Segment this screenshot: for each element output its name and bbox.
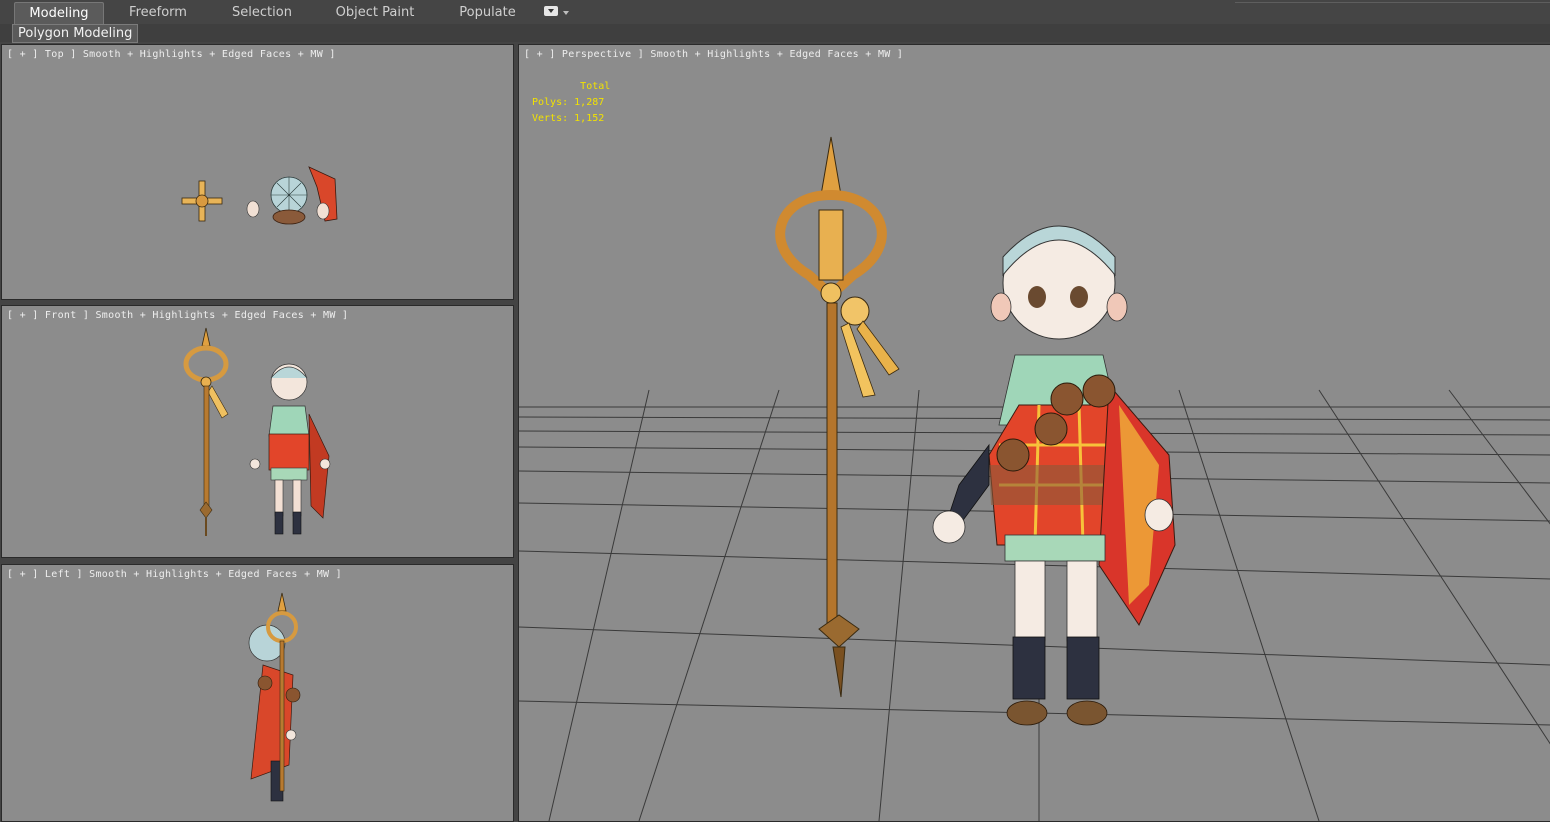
ribbon-tab-bar: Modeling Freeform Selection Object Paint… [0,0,1550,25]
ribbon-panel: Polygon Modeling [0,24,1550,43]
tab-modeling[interactable]: Modeling [14,2,104,25]
perspective-scene [519,136,1550,821]
top-view-models [181,166,338,225]
staff-front-model [183,327,229,536]
staff-top-model [181,180,223,222]
left-view-models [248,592,301,802]
tab-freeform[interactable]: Freeform [118,2,198,24]
viewport-top[interactable]: [ + ] Top ] Smooth + Highlights + Edged … [1,44,514,300]
tab-selection[interactable]: Selection [222,2,302,24]
viewport-front[interactable]: [ + ] Front ] Smooth + Highlights + Edge… [1,305,514,558]
character-front-model [249,363,331,535]
ribbon-divider [1235,2,1550,3]
viewport-perspective[interactable]: [ + ] Perspective ] Smooth + Highlights … [518,44,1550,822]
polygon-modeling-button[interactable]: Polygon Modeling [12,24,139,43]
tab-populate[interactable]: Populate [450,2,525,24]
staff-perspective-model [775,136,900,698]
chevron-down-icon[interactable] [563,11,569,15]
tab-object-paint[interactable]: Object Paint [330,2,420,24]
character-top-model [246,166,338,225]
character-left-model [248,624,301,802]
viewport-left[interactable]: [ + ] Left ] Smooth + Highlights + Edged… [1,564,514,822]
ribbon-options-icon[interactable] [544,6,558,16]
front-view-models [183,327,331,536]
